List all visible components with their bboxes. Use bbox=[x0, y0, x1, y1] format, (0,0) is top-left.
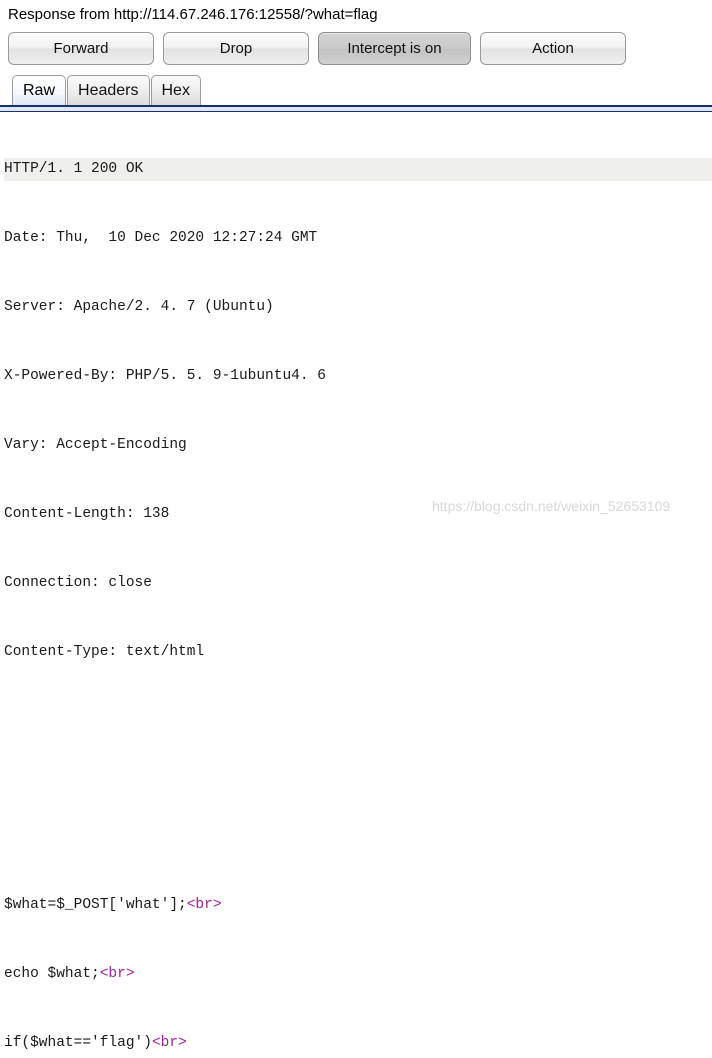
drop-button[interactable]: Drop bbox=[163, 32, 309, 65]
action-button[interactable]: Action bbox=[480, 32, 626, 65]
csdn-watermark: https://blog.csdn.net/weixin_52653109 bbox=[432, 498, 671, 514]
response-header-line: X-Powered-By: PHP/5. 5. 9-1ubuntu4. 6 bbox=[4, 368, 326, 384]
raw-response-viewer[interactable]: HTTP/1. 1 200 OK Date: Thu, 10 Dec 2020 … bbox=[0, 112, 712, 1058]
message-view-tabs: Raw Headers Hex bbox=[0, 74, 712, 105]
intercept-toggle-button[interactable]: Intercept is on bbox=[318, 32, 471, 65]
body-code-line: if($what=='flag')<br> bbox=[4, 1032, 712, 1055]
br-tag: <br> bbox=[151, 1035, 187, 1051]
tab-divider bbox=[0, 105, 712, 112]
page-title: Response from http://114.67.246.176:1255… bbox=[8, 6, 378, 23]
tab-hex[interactable]: Hex bbox=[150, 75, 201, 105]
body-code-line: echo $what;<br> bbox=[4, 963, 712, 986]
code-text: if($what=='flag') bbox=[4, 1035, 152, 1051]
code-text: $what=$_POST['what']; bbox=[4, 897, 187, 913]
response-header-line: Vary: Accept-Encoding bbox=[4, 437, 187, 453]
response-header-line: Server: Apache/2. 4. 7 (Ubuntu) bbox=[4, 299, 274, 315]
tab-headers[interactable]: Headers bbox=[67, 75, 150, 105]
br-tag: <br> bbox=[99, 966, 135, 982]
br-tag: <br> bbox=[186, 897, 222, 913]
tab-raw[interactable]: Raw bbox=[12, 75, 67, 105]
response-status-line: HTTP/1. 1 200 OK bbox=[4, 158, 712, 181]
blank-separator-line bbox=[4, 733, 712, 756]
blank-separator-line bbox=[4, 802, 712, 825]
proxy-action-toolbar: Forward Drop Intercept is on Action bbox=[0, 26, 712, 65]
body-code-line: $what=$_POST['what'];<br> bbox=[4, 894, 712, 917]
response-header-line: Date: Thu, 10 Dec 2020 12:27:24 GMT bbox=[4, 230, 318, 246]
forward-button[interactable]: Forward bbox=[8, 32, 154, 65]
response-header-line: Content-Type: text/html bbox=[4, 644, 205, 660]
response-title-bar: Response from http://114.67.246.176:1255… bbox=[0, 0, 712, 26]
code-text: echo $what; bbox=[4, 966, 100, 982]
response-header-line: Connection: close bbox=[4, 575, 152, 591]
